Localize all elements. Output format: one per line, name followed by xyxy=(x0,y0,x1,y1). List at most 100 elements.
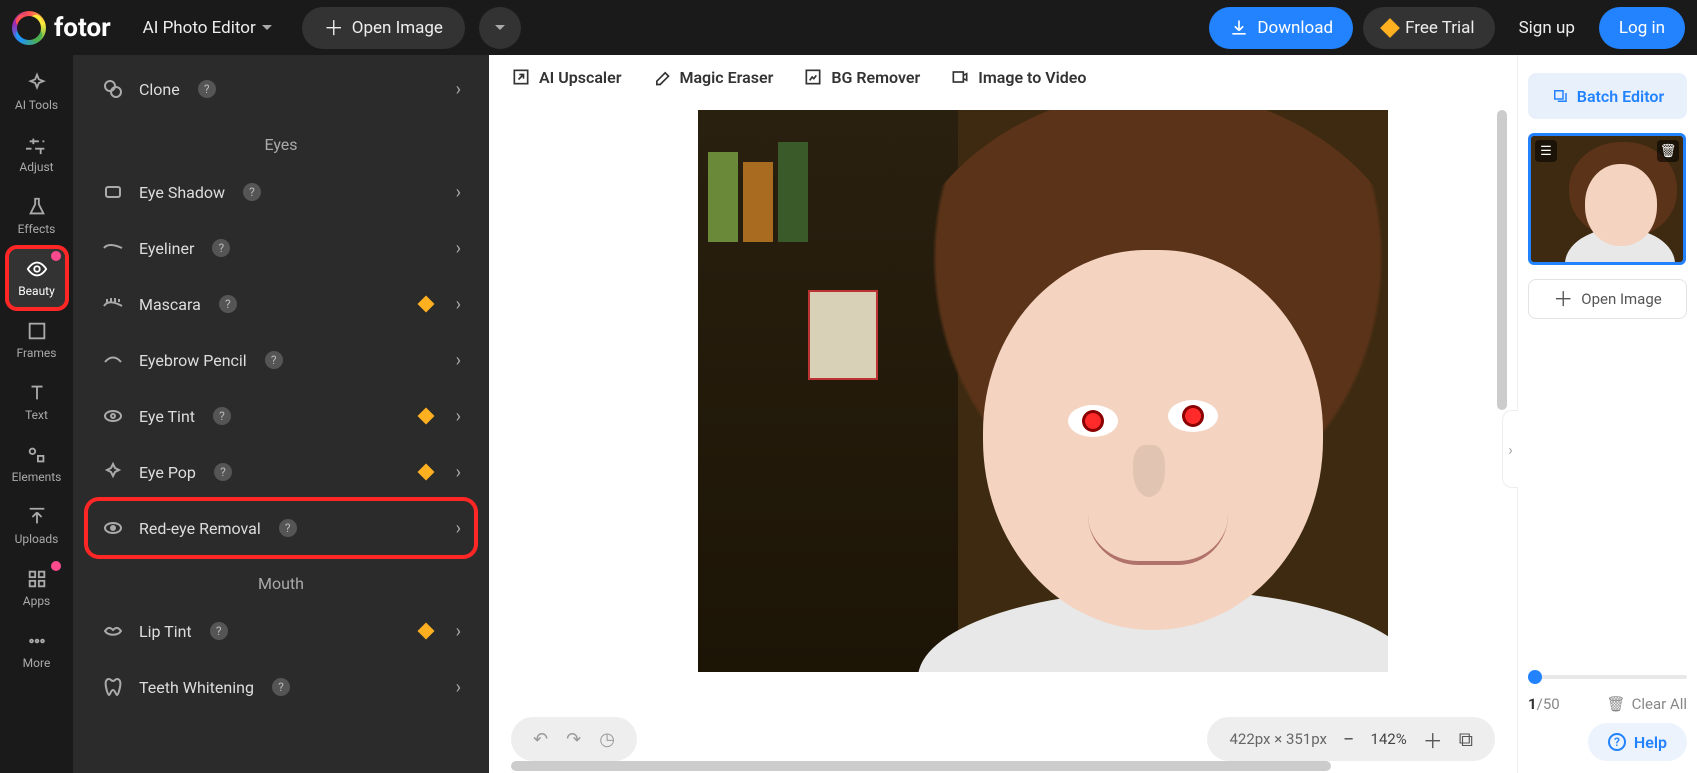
sign-up-link[interactable]: Sign up xyxy=(1519,18,1575,38)
rail-label: Beauty xyxy=(18,284,55,298)
open-image-secondary-button[interactable]: ＋ Open Image xyxy=(1528,279,1687,319)
mascara-icon xyxy=(101,292,125,316)
premium-icon xyxy=(417,623,434,640)
open-image-button[interactable]: ＋ Open Image xyxy=(302,7,465,49)
delete-icon[interactable]: 🗑 xyxy=(1657,140,1679,162)
batch-editor-button[interactable]: Batch Editor xyxy=(1528,73,1687,119)
clear-all-button[interactable]: 🗑 Clear All xyxy=(1607,695,1687,713)
item-label: Clone xyxy=(139,80,180,99)
panel-item-red-eye-removal[interactable]: Red-eye Removal ? › xyxy=(87,500,475,556)
notification-dot-icon xyxy=(51,561,61,571)
item-label: Eye Pop xyxy=(139,463,196,482)
redo-button[interactable]: ↷ xyxy=(566,729,581,750)
clear-label: Clear All xyxy=(1632,695,1687,713)
zoom-in-button[interactable]: ＋ xyxy=(1423,725,1443,754)
beauty-panel: Clone ? › Eyes Eye Shadow ? › Eyeliner ?… xyxy=(73,55,489,773)
panel-item-eyebrow-pencil[interactable]: Eyebrow Pencil ? › xyxy=(87,332,475,388)
help-icon[interactable]: ? xyxy=(272,678,290,696)
horizontal-scrollbar[interactable] xyxy=(511,761,1495,771)
tool-label: Image to Video xyxy=(978,68,1086,87)
eye-icon xyxy=(26,258,48,280)
help-icon[interactable]: ? xyxy=(212,239,230,257)
tool-bg-remover[interactable]: BG Remover xyxy=(803,67,920,87)
help-icon[interactable]: ? xyxy=(210,622,228,640)
right-collapse-handle[interactable]: › xyxy=(1502,410,1518,488)
rail-label: Frames xyxy=(17,346,57,360)
premium-icon xyxy=(417,408,434,425)
rail-adjust[interactable]: Adjust xyxy=(7,123,67,185)
stack-icon xyxy=(1551,87,1569,105)
video-icon xyxy=(950,67,970,87)
help-icon[interactable]: ? xyxy=(213,407,231,425)
help-icon[interactable]: ? xyxy=(243,183,261,201)
section-header-mouth: Mouth xyxy=(73,574,489,593)
vertical-scrollbar[interactable] xyxy=(1497,110,1507,693)
panel-item-eye-tint[interactable]: Eye Tint ? › xyxy=(87,388,475,444)
rail-uploads[interactable]: Uploads xyxy=(7,495,67,557)
sliders-icon xyxy=(26,134,48,156)
log-in-button[interactable]: Log in xyxy=(1599,7,1685,49)
rail-label: Apps xyxy=(23,594,51,608)
notification-dot-icon xyxy=(51,251,61,261)
help-button[interactable]: ? Help xyxy=(1588,723,1687,761)
photo-canvas[interactable] xyxy=(698,110,1388,672)
download-icon xyxy=(1229,18,1249,38)
panel-item-clone[interactable]: Clone ? › xyxy=(87,61,475,117)
help-icon[interactable]: ? xyxy=(219,295,237,313)
tool-magic-eraser[interactable]: Magic Eraser xyxy=(651,67,773,87)
rail-label: AI Tools xyxy=(15,98,58,112)
image-stage[interactable] xyxy=(589,110,1497,713)
sparkle-icon xyxy=(101,460,125,484)
rail-effects[interactable]: Effects xyxy=(7,185,67,247)
panel-item-mascara[interactable]: Mascara ? › xyxy=(87,276,475,332)
tool-ai-upscaler[interactable]: AI Upscaler xyxy=(511,67,621,87)
panel-item-lip-tint[interactable]: Lip Tint ? › xyxy=(87,603,475,659)
panel-item-eyeliner[interactable]: Eyeliner ? › xyxy=(87,220,475,276)
panel-item-eye-shadow[interactable]: Eye Shadow ? › xyxy=(87,164,475,220)
canvas-area: AI Upscaler Magic Eraser BG Remover Imag… xyxy=(489,55,1517,773)
section-header-eyes: Eyes xyxy=(73,135,489,154)
free-trial-button[interactable]: Free Trial xyxy=(1363,7,1495,49)
zoom-out-button[interactable]: − xyxy=(1343,727,1354,751)
eyebrow-icon xyxy=(101,348,125,372)
undo-button[interactable]: ↶ xyxy=(533,729,548,750)
chevron-down-icon xyxy=(495,25,505,35)
editor-mode-dropdown[interactable]: AI Photo Editor xyxy=(143,18,272,38)
grid-icon xyxy=(26,568,48,590)
logo[interactable]: fotor xyxy=(12,11,111,45)
rail-frames[interactable]: Frames xyxy=(7,309,67,371)
help-icon[interactable]: ? xyxy=(265,351,283,369)
item-label: Mascara xyxy=(139,295,201,314)
open-image-more-button[interactable] xyxy=(479,7,521,49)
chevron-right-icon: › xyxy=(456,182,461,203)
rail-apps[interactable]: Apps xyxy=(7,557,67,619)
rail-text[interactable]: Text xyxy=(7,371,67,433)
logo-icon xyxy=(12,11,46,45)
rail-elements[interactable]: Elements xyxy=(7,433,67,495)
download-button[interactable]: Download xyxy=(1209,7,1353,49)
tool-image-to-video[interactable]: Image to Video xyxy=(950,67,1086,87)
layers-icon[interactable]: ☰ xyxy=(1535,140,1557,162)
text-icon xyxy=(26,382,48,404)
rail-ai-tools[interactable]: AI Tools xyxy=(7,61,67,123)
compare-button[interactable]: ⧉ xyxy=(1459,727,1473,751)
image-dimensions: 422px × 351px xyxy=(1229,730,1327,748)
thumbnail-slider[interactable] xyxy=(1528,675,1687,679)
help-icon[interactable]: ? xyxy=(279,519,297,537)
history-button[interactable]: ◷ xyxy=(599,729,615,750)
rail-label: Text xyxy=(25,408,48,422)
image-thumbnail[interactable]: ☰ 🗑 xyxy=(1528,133,1686,265)
help-icon[interactable]: ? xyxy=(198,80,216,98)
item-label: Teeth Whitening xyxy=(139,678,254,697)
download-label: Download xyxy=(1257,18,1333,38)
frame-icon xyxy=(26,320,48,342)
panel-item-eye-pop[interactable]: Eye Pop ? › xyxy=(87,444,475,500)
zoom-level: 142% xyxy=(1370,730,1406,748)
help-icon[interactable]: ? xyxy=(214,463,232,481)
panel-item-teeth-whitening[interactable]: Teeth Whitening ? › xyxy=(87,659,475,715)
eraser-icon xyxy=(651,67,671,87)
rail-beauty[interactable]: Beauty xyxy=(7,247,67,309)
lips-icon xyxy=(101,619,125,643)
rail-more[interactable]: More xyxy=(7,619,67,681)
tooth-icon xyxy=(101,675,125,699)
